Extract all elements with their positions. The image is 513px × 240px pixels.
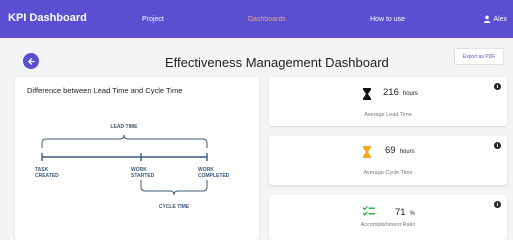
back-button[interactable]	[23, 53, 39, 69]
export-pdf-button[interactable]: Export as PDF	[454, 48, 504, 65]
top-navbar: KPI Dashboard Project Dashboards How to …	[0, 0, 513, 38]
kpi-value: 69	[385, 145, 396, 156]
kpi-card-lead-time: i 216 hours Average Lead Time	[269, 77, 507, 126]
kpi-caption: Accomplishment Ratio	[360, 222, 416, 228]
nav-link-dashboards[interactable]: Dashboards	[248, 16, 286, 23]
nav-link-how-to-use[interactable]: How to use	[370, 16, 405, 23]
user-icon	[484, 15, 491, 23]
app-brand[interactable]: KPI Dashboard	[8, 12, 87, 24]
nav-link-project[interactable]: Project	[142, 16, 164, 23]
info-icon[interactable]: i	[494, 201, 501, 208]
kpi-unit: hours	[399, 149, 415, 155]
kpi-unit: %	[409, 211, 415, 217]
lead-time-bracket	[41, 134, 208, 148]
page-title: Effectiveness Management Dashboard	[165, 55, 389, 70]
point-label-started-line2: STARTED	[131, 173, 155, 179]
user-name: Alex	[493, 15, 507, 23]
kpi-card-cycle-time: i 69 hours Average Cycle Time	[269, 136, 507, 185]
lead-cycle-diagram: LEAD TIME CYCLE TIME TASK CREATED WORK S…	[35, 124, 230, 210]
cycle-time-label: CYCLE TIME	[159, 204, 190, 210]
lead-cycle-time-card: Difference between Lead Time and Cycle T…	[15, 77, 259, 240]
info-icon[interactable]: i	[494, 83, 501, 90]
kpi-value: 71	[395, 207, 406, 218]
kpi-caption: Average Cycle Time	[363, 170, 413, 176]
kpi-unit: hours	[402, 91, 418, 97]
user-menu[interactable]: Alex	[483, 15, 507, 23]
kpi-card-accomplishment: i 71 % Accomplishment Ratio	[269, 195, 507, 240]
hourglass-icon	[363, 88, 371, 100]
hourglass-icon	[363, 146, 371, 158]
arrow-left-icon	[27, 57, 35, 65]
cycle-time-bracket	[140, 180, 208, 196]
point-label-task-line2: CREATED	[35, 173, 59, 179]
checklist-icon	[363, 206, 375, 216]
info-icon[interactable]: i	[494, 142, 501, 149]
kpi-value: 216	[383, 87, 399, 98]
lead-time-label: LEAD TIME	[111, 124, 139, 130]
point-label-completed-line2: COMPLETED	[198, 173, 230, 179]
kpi-caption: Average Lead Time	[364, 112, 412, 118]
